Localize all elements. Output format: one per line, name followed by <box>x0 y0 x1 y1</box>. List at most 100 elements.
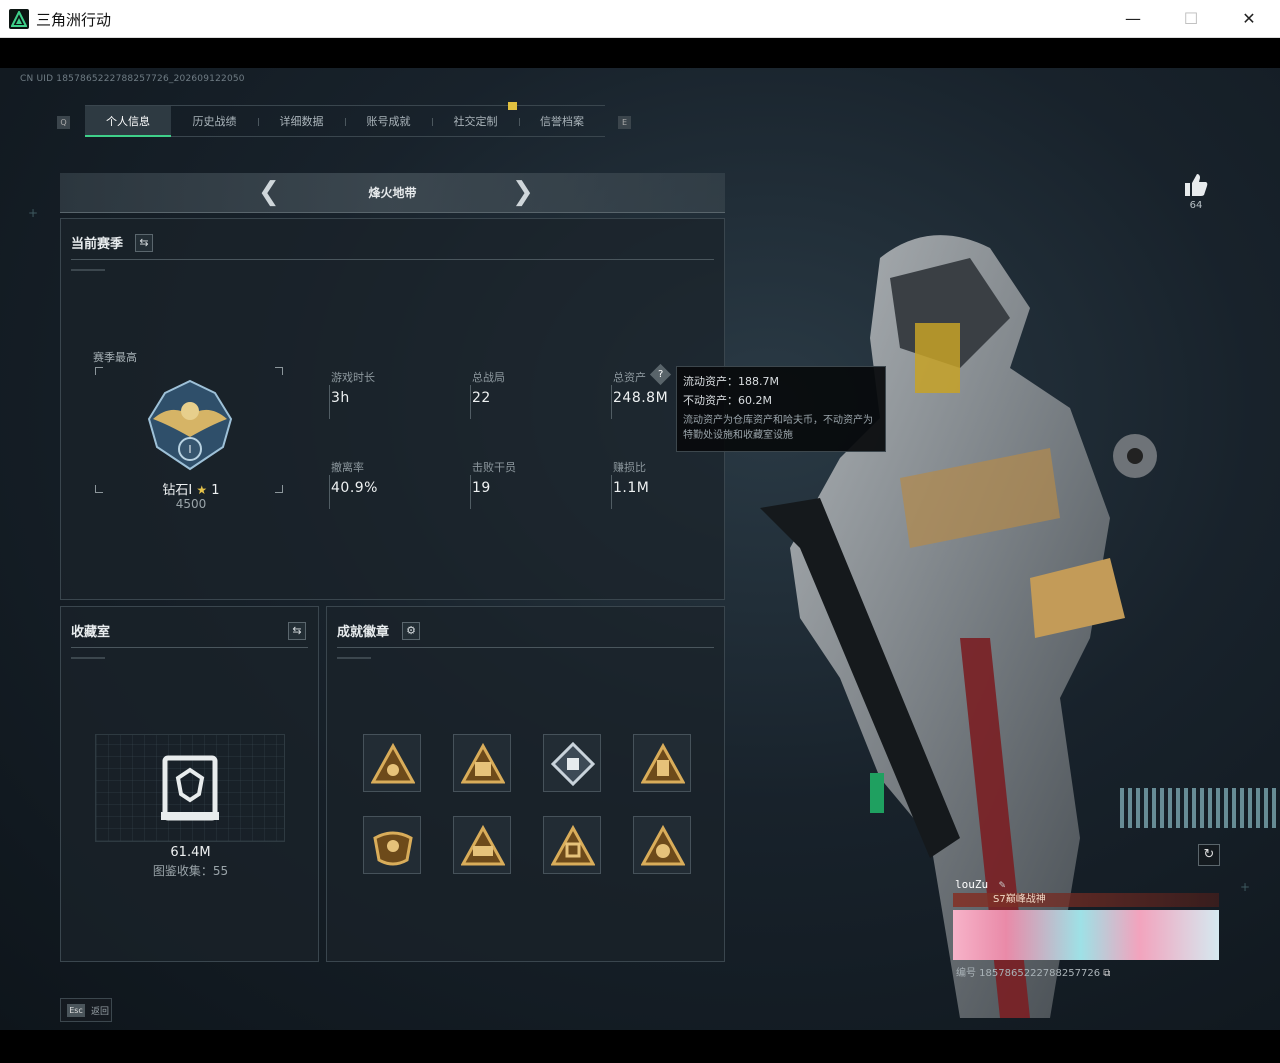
chevron-right-icon[interactable]: ❯ <box>512 179 534 205</box>
divider <box>71 647 308 648</box>
divider <box>337 647 714 648</box>
season-panel: 当前赛季 ⇆ 赛季最高 I 钻石I ★ 1 4500 游戏时长 3h 总战局 2… <box>60 218 725 600</box>
namecard-banner-image <box>953 910 1219 960</box>
achievement-badge[interactable] <box>363 816 421 874</box>
asset-tooltip: 流动资产：188.7M 不动资产：60.2M 流动资产为仓库资产和哈夫币，不动资… <box>676 366 886 452</box>
stat-value-extract-rate: 40.9% <box>331 480 378 496</box>
tab-bar: 个人信息 历史战绩 详细数据 账号成就 社交定制 信誉档案 <box>85 105 605 137</box>
achievements-panel: 成就徽章 ⚙ <box>326 606 725 962</box>
player-card[interactable]: louZu ✎ S7巅峰战神 <box>953 876 1219 962</box>
tab-achievements[interactable]: 账号成就 <box>345 106 432 137</box>
tab-credit-record[interactable]: 信誉档案 <box>519 106 605 137</box>
window-title: 三角洲行动 <box>36 11 112 29</box>
stat-bar <box>470 385 471 419</box>
divider <box>71 269 105 271</box>
tab-detailed-data[interactable]: 详细数据 <box>258 106 345 137</box>
edit-icon[interactable]: ✎ <box>999 878 1006 891</box>
rank-label: 钻石I ★ 1 <box>121 479 261 498</box>
stat-value-total-matches: 22 <box>472 390 491 406</box>
collection-title: 收藏室 <box>71 625 111 640</box>
divider <box>337 657 371 659</box>
letterbox-bottom <box>0 1030 1280 1063</box>
maximize-button[interactable]: ☐ <box>1162 0 1220 38</box>
stat-value-playtime: 3h <box>331 390 350 406</box>
letterbox-top <box>0 38 1280 68</box>
frame-corner <box>95 485 103 493</box>
stat-bar <box>329 385 330 419</box>
tooltip-fixed-assets: 不动资产：60.2M <box>683 394 772 407</box>
tooltip-liquid-assets: 流动资产：188.7M <box>683 375 779 388</box>
collection-value: 61.4M <box>170 845 211 860</box>
achievements-title: 成就徽章 <box>337 625 390 640</box>
question-icon[interactable]: ? <box>649 363 672 386</box>
like-count: 64 <box>1189 200 1203 211</box>
season-best-label: 赛季最高 <box>93 351 137 364</box>
player-title: S7巅峰战神 <box>993 894 1046 905</box>
rank-emblem-icon: I <box>147 379 233 471</box>
frame-corner <box>275 367 283 375</box>
back-button[interactable]: Esc 返回 <box>60 998 112 1022</box>
stat-bar <box>329 475 330 509</box>
thumbs-up-icon[interactable] <box>1183 172 1209 198</box>
mode-name: 烽火地带 <box>368 186 417 200</box>
stat-bar <box>470 475 471 509</box>
window-title-bar: 三角洲行动 — ☐ ✕ <box>0 0 1280 38</box>
copy-icon[interactable]: ⧉ <box>1103 968 1110 979</box>
swap-icon[interactable]: ⇆ <box>288 622 306 640</box>
rank-points: 4500 <box>175 497 207 511</box>
swap-icon[interactable]: ⇆ <box>135 234 153 252</box>
mode-selector: ❮ 烽火地带 ❯ <box>60 173 725 213</box>
player-name: louZu ✎ <box>955 878 1005 891</box>
title-strip: S7巅峰战神 <box>953 893 1219 907</box>
achievement-badge[interactable] <box>453 734 511 792</box>
tab-social-custom[interactable]: 社交定制 <box>432 106 519 137</box>
achievement-badge[interactable] <box>453 816 511 874</box>
divider <box>71 259 714 260</box>
display-case-icon <box>161 755 219 821</box>
refresh-icon[interactable]: ↻ <box>1198 844 1220 866</box>
divider <box>71 657 105 659</box>
season-title: 当前赛季 <box>71 237 124 252</box>
achievement-badge[interactable] <box>543 734 601 792</box>
uid-label: CN UID 1857865222788257726_202609122050 <box>20 74 245 84</box>
achievement-badge[interactable] <box>633 734 691 792</box>
stat-bar <box>611 385 612 419</box>
achievement-badge[interactable] <box>543 816 601 874</box>
stat-value-profit-ratio: 1.1M <box>613 480 650 496</box>
stat-label-playtime: 游戏时长 <box>331 371 375 384</box>
hud-plus-icon: + <box>1240 880 1251 894</box>
esc-key: Esc <box>67 1004 85 1017</box>
tab-next-key[interactable]: E <box>618 116 631 129</box>
stat-value-kills: 19 <box>472 480 491 496</box>
achievement-badge[interactable] <box>633 816 691 874</box>
gear-icon[interactable]: ⚙ <box>402 622 420 640</box>
frame-corner <box>95 367 103 375</box>
achievement-badge[interactable] <box>363 734 421 792</box>
hud-plus-icon: + <box>28 206 39 220</box>
close-button[interactable]: ✕ <box>1220 0 1278 38</box>
player-id-text: 编号 1857865222788257726 <box>956 968 1101 979</box>
tab-match-history[interactable]: 历史战绩 <box>171 106 258 137</box>
stat-label-total-matches: 总战局 <box>472 371 505 384</box>
stat-label-kills: 击败干员 <box>472 461 516 474</box>
player-id: 编号 1857865222788257726 ⧉ <box>956 964 1110 979</box>
frame-corner <box>275 485 283 493</box>
player-name-text: louZu <box>955 878 989 891</box>
background-light-panel <box>1120 788 1280 828</box>
new-badge-icon <box>508 102 517 110</box>
tab-personal-info[interactable]: 个人信息 <box>85 106 171 137</box>
minimize-button[interactable]: — <box>1104 0 1162 38</box>
star-icon: ★ <box>196 483 208 497</box>
rank-name: 钻石I <box>162 483 193 498</box>
tab-prev-key[interactable]: Q <box>57 116 70 129</box>
back-label: 返回 <box>91 1007 110 1017</box>
stat-bar <box>611 475 612 509</box>
game-screen: CN UID 1857865222788257726_202609122050 … <box>0 68 1280 1030</box>
app-logo-icon <box>9 9 29 29</box>
collection-panel[interactable]: 收藏室 ⇆ 61.4M 图鉴收集：55 <box>60 606 319 962</box>
stat-label-profit-ratio: 赚损比 <box>613 461 646 474</box>
rank-stars: 1 <box>211 483 220 498</box>
stat-label-total-assets: 总资产 <box>613 371 646 384</box>
collection-count: 图鉴收集：55 <box>152 864 229 878</box>
svg-text:I: I <box>188 443 191 456</box>
